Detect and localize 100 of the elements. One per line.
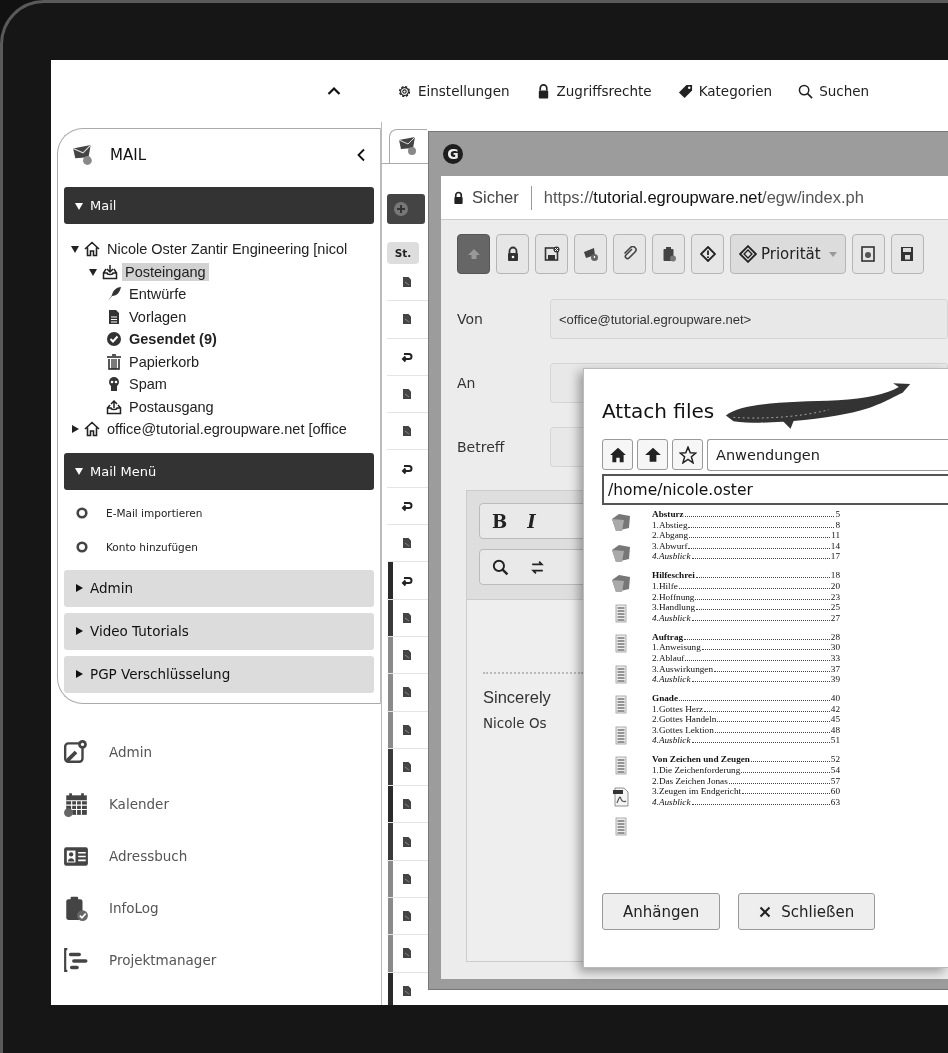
skull-icon	[106, 376, 122, 393]
expanded-triangle-icon[interactable]	[70, 244, 80, 255]
home-icon	[84, 421, 100, 438]
toc-entry: 4.Ausblick	[652, 612, 691, 623]
section-header[interactable]: Admin	[64, 569, 374, 607]
mail-app-icon	[398, 136, 418, 156]
page-number: 37	[830, 663, 840, 674]
swap-arrows-icon[interactable]	[529, 558, 546, 576]
attach-button[interactable]	[613, 234, 646, 274]
app-link[interactable]: InfoLog	[109, 899, 159, 916]
wrench-gear-icon	[63, 738, 89, 765]
section-header[interactable]: Mail Menü	[64, 452, 374, 490]
toolbar-link[interactable]: Kategorien	[677, 83, 773, 99]
document-icon	[106, 308, 122, 325]
lock-icon	[453, 190, 464, 205]
toc-heading: Von Zeichen und Zeugen	[652, 754, 750, 765]
diamond-icon	[739, 245, 757, 263]
toc-entry: 1.Die Zeichenforderung	[652, 765, 741, 776]
send-button[interactable]	[457, 234, 490, 274]
disposition-button[interactable]	[691, 234, 724, 274]
folder-item[interactable]: Entwürfe	[126, 285, 190, 304]
gantt-chart-icon	[63, 946, 89, 973]
app-link[interactable]: Projektmanager	[109, 951, 217, 968]
toolbar-link[interactable]: Einstellungen	[397, 83, 510, 99]
caret-up-icon[interactable]	[327, 86, 341, 96]
app-logo: G	[443, 144, 463, 164]
toc-entry: 3.Auswirkungen	[652, 663, 713, 674]
encrypt-button[interactable]	[496, 234, 529, 274]
inbox-tray-icon	[102, 263, 118, 280]
location-select[interactable]: Anwendungen	[707, 439, 948, 471]
collapsed-triangle-icon[interactable]	[74, 669, 84, 679]
search-icon[interactable]	[492, 558, 509, 576]
section-header[interactable]: Video Tutorials	[64, 612, 374, 650]
folder-item[interactable]: Spam	[126, 375, 170, 394]
folder-item[interactable]: office@tutorial.egroupware.net [office	[104, 420, 350, 439]
app-link[interactable]: Admin	[109, 743, 153, 760]
home-icon	[84, 241, 100, 258]
folder-item[interactable]: Vorlagen	[126, 307, 190, 326]
up-arrow-icon	[643, 445, 662, 464]
folder-item[interactable]: Papierkorb	[126, 352, 203, 371]
path-field[interactable]: /home/nicole.oster	[602, 474, 948, 505]
collapsed-triangle-icon[interactable]	[70, 424, 80, 435]
address-bar[interactable]: Sicher https://tutorial.egroupware.net/egw/index.ph	[441, 176, 948, 220]
attach-button[interactable]: Anhängen	[602, 893, 721, 930]
page-number: 11	[831, 530, 840, 541]
pdf-file-icon[interactable]	[610, 785, 632, 808]
app-link[interactable]: Kalender	[109, 795, 169, 812]
collapsed-triangle-icon[interactable]	[74, 626, 84, 636]
page-number: 23	[830, 591, 840, 602]
up-button[interactable]	[637, 439, 668, 470]
expanded-triangle-icon[interactable]	[88, 266, 98, 277]
notification-button[interactable]	[574, 234, 607, 274]
document-icon	[401, 761, 413, 773]
favorite-button[interactable]	[672, 439, 703, 470]
add-button[interactable]	[387, 194, 425, 224]
check-circle-icon	[106, 331, 122, 348]
page-number: 30	[830, 642, 840, 653]
priority-dropdown[interactable]: Priorität	[730, 234, 846, 274]
home-button[interactable]	[602, 439, 633, 470]
expanded-triangle-icon[interactable]	[74, 200, 84, 211]
warning-diamond-icon	[699, 246, 716, 262]
page-number: 40	[830, 693, 840, 704]
plus-circle-icon	[393, 201, 409, 217]
document-icon	[401, 276, 413, 289]
folder-item[interactable]: Nicole Oster Zantir Engineering [nicol	[104, 240, 351, 259]
collapsed-triangle-icon[interactable]	[74, 583, 84, 593]
clipboard-button[interactable]	[652, 234, 685, 274]
app-link[interactable]: Adressbuch	[109, 847, 188, 864]
page-number: 45	[830, 714, 840, 725]
menu-item[interactable]: E-Mail importieren	[106, 506, 203, 519]
toc-entry: 1.Anweisung	[652, 642, 701, 653]
document-icon	[401, 388, 413, 401]
secure-save-button[interactable]	[890, 234, 924, 274]
folder-icon[interactable]	[610, 572, 632, 594]
folder-item[interactable]: Postausgang	[126, 397, 217, 416]
save-draft-button[interactable]	[535, 234, 568, 274]
collapse-chevron-icon[interactable]	[356, 148, 366, 162]
toolbar-link[interactable]: Zugriffsrechte	[535, 83, 652, 99]
document-icon	[401, 723, 413, 736]
section-header[interactable]: PGP Verschlüsselung	[64, 655, 374, 693]
section-header[interactable]: Mail	[64, 187, 374, 224]
folder-item[interactable]: Gesendet (9)	[126, 330, 220, 349]
reply-arrow-icon	[401, 350, 413, 363]
folder-item[interactable]: Posteingang	[122, 262, 209, 281]
input-field[interactable]: <office@tutorial.egroupware.net>	[550, 299, 948, 339]
toc-entry: 2.Gottes Handeln	[652, 714, 717, 725]
menu-item[interactable]: Konto hinzufügen	[106, 540, 198, 553]
mail-tab[interactable]	[389, 129, 427, 163]
certificate-button[interactable]	[851, 234, 885, 274]
format-button[interactable]: B	[492, 510, 508, 532]
outbox-tray-icon	[106, 398, 122, 415]
folder-icon[interactable]	[610, 511, 632, 533]
toolbar-link[interactable]: Suchen	[798, 83, 870, 99]
expanded-triangle-icon[interactable]	[74, 466, 84, 476]
close-button[interactable]: Schließen	[738, 893, 876, 930]
page-number: 51	[830, 735, 840, 746]
toc-entry: 3.Gottes Lektion	[652, 724, 714, 735]
format-button[interactable]: I	[527, 510, 536, 532]
column-header[interactable]: St.	[387, 242, 419, 264]
page-number: 27	[830, 612, 840, 623]
